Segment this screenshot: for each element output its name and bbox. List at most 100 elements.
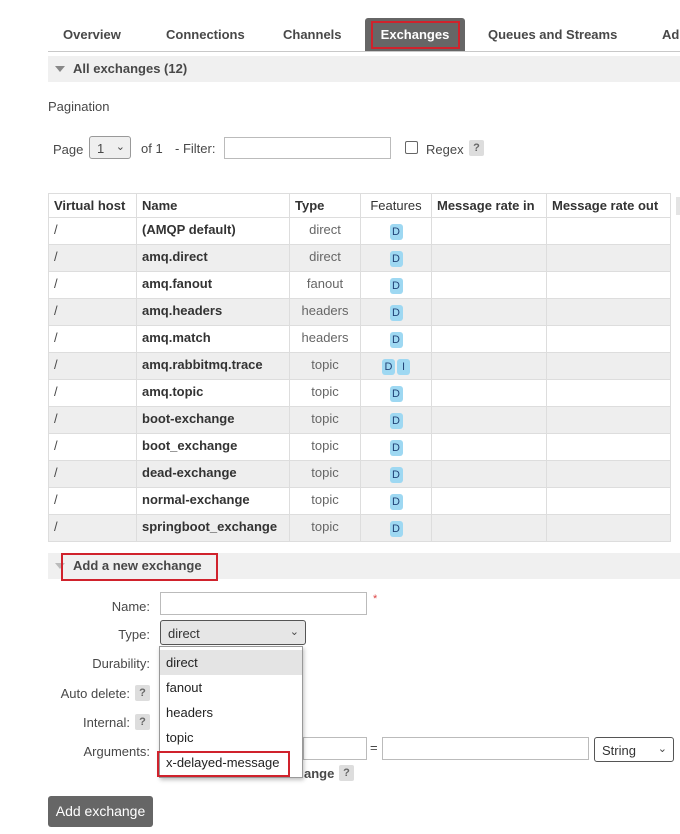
table-row[interactable]: / boot_exchange topic D: [48, 433, 671, 461]
auto-delete-help-icon[interactable]: ?: [135, 685, 150, 701]
add-exchange-button[interactable]: Add exchange: [48, 796, 153, 827]
exchange-name-input[interactable]: [160, 592, 367, 615]
cell-type: headers: [289, 298, 361, 326]
internal-help-icon[interactable]: ?: [135, 714, 150, 730]
table-header-row: Virtual host Name Type Features Message …: [48, 193, 671, 218]
cell-virtual-host: /: [48, 514, 137, 542]
all-exchanges-title: All exchanges (12): [73, 61, 188, 76]
cell-exchange-name[interactable]: boot-exchange: [136, 406, 290, 434]
pagination-label: Pagination: [48, 99, 110, 114]
cell-message-rate-in: [431, 325, 547, 353]
feature-badge: D: [389, 332, 403, 348]
col-type[interactable]: Type: [289, 193, 361, 218]
type-option-x-delayed-message[interactable]: x-delayed-message: [160, 750, 302, 775]
durability-label: Durability:: [92, 656, 150, 671]
regex-help-icon[interactable]: ?: [469, 140, 484, 156]
type-option-direct[interactable]: direct: [160, 650, 302, 675]
cell-exchange-name[interactable]: dead-exchange: [136, 460, 290, 488]
page-select[interactable]: 1 ⌄: [89, 136, 131, 159]
cell-features: D: [360, 514, 432, 542]
feature-badge: D: [389, 224, 403, 240]
cell-features: D: [360, 217, 432, 245]
cell-exchange-name[interactable]: amq.topic: [136, 379, 290, 407]
cell-exchange-name[interactable]: springboot_exchange: [136, 514, 290, 542]
collapse-arrow-icon: [55, 563, 65, 569]
cell-message-rate-out: [546, 217, 671, 245]
type-select-value: direct: [168, 626, 200, 641]
table-row[interactable]: / boot-exchange topic D: [48, 406, 671, 434]
table-row[interactable]: / springboot_exchange topic D: [48, 514, 671, 542]
arguments-help-icon[interactable]: ?: [339, 765, 354, 781]
cell-type: direct: [289, 217, 361, 245]
columns-toggle[interactable]: [676, 197, 680, 215]
cell-type: fanout: [289, 271, 361, 299]
cell-type: topic: [289, 352, 361, 380]
cell-message-rate-in: [431, 460, 547, 488]
argument-key-input[interactable]: [303, 737, 367, 760]
table-row[interactable]: / amq.headers headers D: [48, 298, 671, 326]
exchange-type-select[interactable]: direct ⌄: [160, 620, 306, 645]
cell-features: D: [360, 325, 432, 353]
add-argument-label[interactable]: ange: [304, 766, 334, 781]
table-row[interactable]: / normal-exchange topic D: [48, 487, 671, 515]
cell-message-rate-out: [546, 352, 671, 380]
cell-virtual-host: /: [48, 433, 137, 461]
tab-admin[interactable]: Ad: [662, 18, 679, 51]
cell-virtual-host: /: [48, 406, 137, 434]
cell-exchange-name[interactable]: amq.match: [136, 325, 290, 353]
tab-queues-and-streams[interactable]: Queues and Streams: [488, 18, 617, 51]
feature-badge: D: [389, 251, 403, 267]
table-row[interactable]: / dead-exchange topic D: [48, 460, 671, 488]
arguments-label: Arguments:: [83, 744, 150, 759]
type-option-fanout[interactable]: fanout: [160, 675, 302, 700]
argument-type-value: String: [602, 743, 636, 758]
cell-message-rate-in: [431, 352, 547, 380]
cell-exchange-name[interactable]: amq.fanout: [136, 271, 290, 299]
table-row[interactable]: / amq.direct direct D: [48, 244, 671, 272]
table-row[interactable]: / (AMQP default) direct D: [48, 217, 671, 245]
col-message-rate-in[interactable]: Message rate in: [431, 193, 547, 218]
cell-exchange-name[interactable]: normal-exchange: [136, 487, 290, 515]
argument-type-select[interactable]: String ⌄: [594, 737, 674, 762]
type-label: Type:: [118, 627, 150, 642]
type-option-topic[interactable]: topic: [160, 725, 302, 750]
cell-exchange-name[interactable]: amq.direct: [136, 244, 290, 272]
tab-channels[interactable]: Channels: [283, 18, 342, 51]
add-exchange-header[interactable]: Add a new exchange: [48, 553, 680, 579]
col-name[interactable]: Name: [136, 193, 290, 218]
cell-message-rate-in: [431, 433, 547, 461]
cell-exchange-name[interactable]: amq.rabbitmq.trace: [136, 352, 290, 380]
table-row[interactable]: / amq.topic topic D: [48, 379, 671, 407]
col-virtual-host[interactable]: Virtual host: [48, 193, 137, 218]
chevron-down-icon: ⌄: [657, 743, 667, 755]
cell-exchange-name[interactable]: boot_exchange: [136, 433, 290, 461]
table-row[interactable]: / amq.match headers D: [48, 325, 671, 353]
tab-connections[interactable]: Connections: [166, 18, 245, 51]
cell-virtual-host: /: [48, 352, 137, 380]
feature-badge: D: [389, 386, 403, 402]
feature-badge: D: [389, 467, 403, 483]
internal-label: Internal:: [83, 715, 130, 730]
feature-badge: D: [389, 494, 403, 510]
cell-exchange-name[interactable]: amq.headers: [136, 298, 290, 326]
table-row[interactable]: / amq.rabbitmq.trace topic D I: [48, 352, 671, 380]
regex-checkbox[interactable]: [405, 141, 418, 154]
all-exchanges-header[interactable]: All exchanges (12): [48, 56, 680, 82]
chevron-down-icon: ⌄: [115, 141, 125, 153]
cell-message-rate-out: [546, 325, 671, 353]
feature-badge: D: [389, 440, 403, 456]
cell-exchange-name[interactable]: (AMQP default): [136, 217, 290, 245]
filter-input[interactable]: [224, 137, 391, 159]
tab-overview[interactable]: Overview: [63, 18, 121, 51]
cell-message-rate-out: [546, 433, 671, 461]
table-row[interactable]: / amq.fanout fanout D: [48, 271, 671, 299]
tab-exchanges[interactable]: Exchanges: [365, 18, 465, 51]
type-option-headers[interactable]: headers: [160, 700, 302, 725]
cell-message-rate-in: [431, 217, 547, 245]
cell-virtual-host: /: [48, 298, 137, 326]
argument-value-input[interactable]: [382, 737, 589, 760]
feature-badge: D: [389, 278, 403, 294]
cell-features: D: [360, 487, 432, 515]
col-message-rate-out[interactable]: Message rate out: [546, 193, 671, 218]
col-features: Features: [360, 193, 432, 218]
